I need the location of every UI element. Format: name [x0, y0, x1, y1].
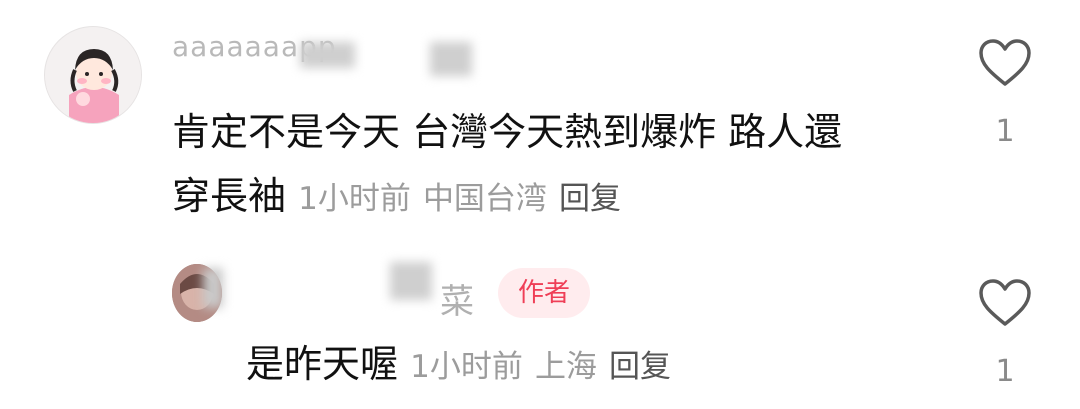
username-redaction — [430, 42, 472, 76]
reply-button[interactable]: 回复 — [559, 181, 621, 217]
comment-text-line: 肯定不是今天 台灣今天熱到爆炸 路人還 — [172, 110, 843, 154]
avatar-girl-illustration-icon — [45, 27, 141, 123]
comment-time: 1小时前 — [410, 349, 523, 385]
like-count: 1 — [995, 114, 1015, 149]
reply-button[interactable]: 回复 — [609, 349, 671, 385]
username-redaction — [203, 268, 223, 308]
heart-outline-icon[interactable] — [978, 38, 1032, 88]
comment-location: 上海 — [534, 349, 597, 385]
comment-text: 肯定不是今天 台灣今天熱到爆炸 路人還 穿長袖 1小时前 中国台湾 回复 — [172, 100, 932, 231]
heart-outline-icon[interactable] — [978, 278, 1032, 328]
like-button[interactable]: 1 — [978, 278, 1032, 389]
comment-text-body: 是昨天喔 — [246, 342, 399, 386]
comment-time: 1小时前 — [298, 181, 411, 217]
username-redaction — [300, 42, 355, 68]
author-badge: 作者 — [498, 268, 590, 318]
username[interactable]: 菜 — [440, 274, 475, 323]
avatar[interactable] — [44, 26, 142, 124]
comment-text-tail: 穿長袖 — [172, 174, 287, 218]
comment-location: 中国台湾 — [422, 181, 547, 217]
like-button[interactable]: 1 — [978, 38, 1032, 149]
like-count: 1 — [995, 354, 1015, 389]
comment-text-line-with-meta: 穿長袖 1小时前 中国台湾 回复 — [172, 164, 932, 231]
comment-item: aaaaaaapp 肯定不是今天 台灣今天熱到爆炸 路人還 穿長袖 1小时前 中… — [0, 0, 1080, 240]
comment-reply-item: 菜 作者 是昨天喔 1小时前 上海 回复 1 — [0, 240, 1080, 409]
username-redaction — [390, 262, 432, 300]
comment-text: 是昨天喔 1小时前 上海 回复 — [246, 332, 846, 399]
